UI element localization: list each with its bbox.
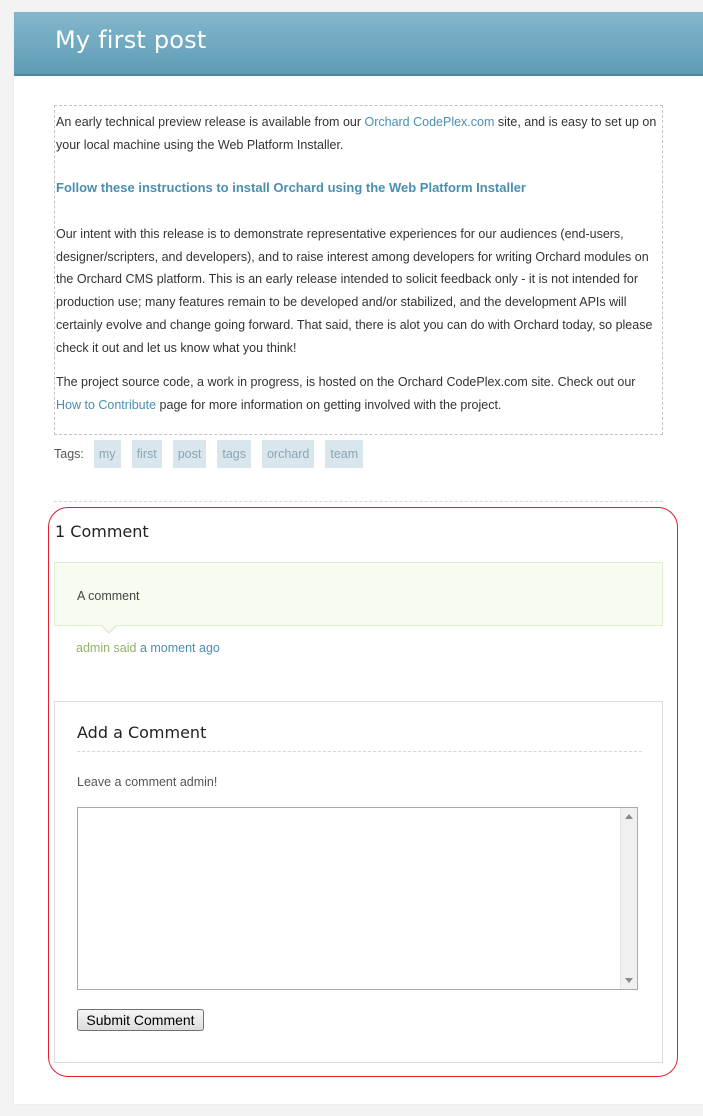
tag-item[interactable]: orchard (261, 440, 315, 468)
install-instructions-link[interactable]: Follow these instructions to install Orc… (56, 180, 526, 195)
post-text: An early technical preview release is av… (56, 115, 365, 129)
comment-textarea-frame (77, 807, 638, 990)
tag-item[interactable]: team (325, 440, 364, 468)
comment-bubble-pointer-inner (101, 624, 117, 632)
post-text: page for more information on getting inv… (156, 397, 502, 412)
comment-timestamp-link[interactable]: a moment ago (140, 641, 220, 655)
add-comment-heading: Add a Comment (77, 723, 207, 742)
post-paragraph-2: Follow these instructions to install Orc… (56, 177, 660, 200)
post-paragraph-3: Our intent with this release is to demon… (56, 227, 653, 355)
tag-item[interactable]: post (172, 440, 207, 468)
post-body: An early technical preview release is av… (54, 105, 663, 435)
comments-heading: 1 Comment (55, 522, 149, 541)
how-to-contribute-link[interactable]: How to Contribute (56, 398, 156, 412)
tag-item[interactable]: tags (217, 440, 251, 468)
post-paragraph-4: The project source code, a work in progr… (56, 371, 660, 416)
add-comment-prompt: Leave a comment admin! (77, 775, 218, 789)
comment-bubble: A comment (54, 562, 663, 626)
tag-item[interactable]: my (93, 440, 121, 468)
textarea-scrollbar[interactable] (620, 808, 637, 989)
post-text: The project source code, a work in progr… (56, 375, 636, 389)
divider (54, 501, 663, 502)
comment-author: admin (76, 641, 111, 655)
comment-said: said (110, 641, 140, 655)
orchard-codeplex-link[interactable]: Orchard CodePlex.com (364, 115, 494, 129)
scroll-up-arrow-icon[interactable] (625, 814, 633, 819)
add-comment-divider (77, 751, 642, 752)
tag-item[interactable]: first (131, 440, 162, 468)
tags-label: Tags: (54, 447, 84, 461)
submit-comment-button[interactable]: Submit Comment (77, 1009, 204, 1031)
tag-list: Tags: my first post tags orchard team (54, 440, 374, 468)
post-paragraph-1: An early technical preview release is av… (56, 111, 660, 156)
comment-text: A comment (77, 589, 140, 603)
comment-textarea[interactable] (78, 808, 621, 989)
add-comment-form: Add a Comment Leave a comment admin! Sub… (54, 701, 663, 1063)
page-title: My first post (55, 26, 207, 54)
scroll-down-arrow-icon[interactable] (625, 978, 633, 983)
title-bar: My first post (14, 12, 703, 76)
comment-meta: admin said a moment ago (76, 641, 220, 655)
page-container: My first post An early technical preview… (14, 12, 703, 1104)
